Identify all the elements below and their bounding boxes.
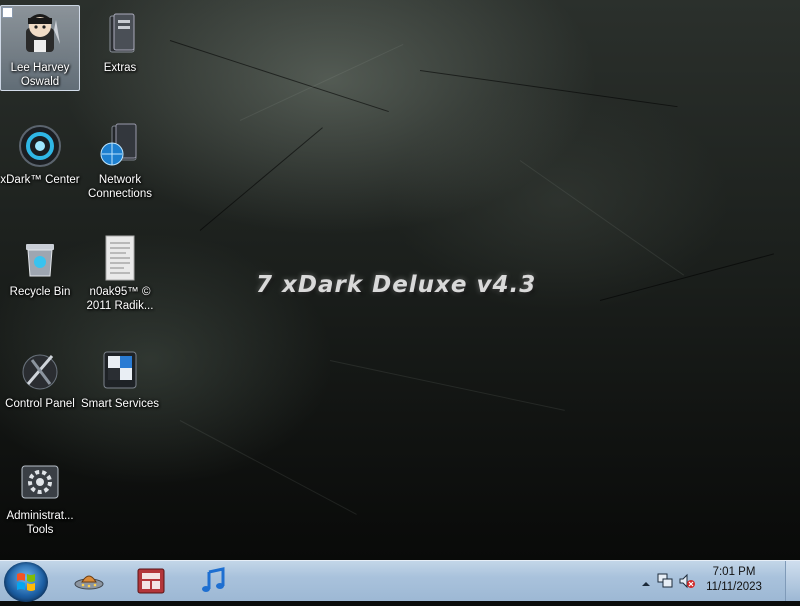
xdark-center-icon [16, 122, 64, 170]
ufo-icon [74, 575, 104, 590]
user-avatar-icon [16, 10, 64, 58]
smart-services-icon [96, 346, 144, 394]
desktop-icon-n0ak95-document[interactable]: n0ak95™ © 2011 Radik... [80, 229, 160, 315]
icon-label: Recycle Bin [9, 286, 71, 298]
start-button[interactable] [4, 562, 48, 602]
desktop-icon-network-connections[interactable]: Network Connections [80, 117, 160, 203]
desktop-icon-control-panel[interactable]: Control Panel [0, 341, 80, 427]
show-hidden-icons-arrow[interactable] [640, 575, 652, 587]
texture-crack [419, 70, 678, 108]
texture-crack [519, 160, 685, 276]
music-note-icon [202, 567, 225, 592]
desktop-icon-administrative-tools[interactable]: Administrat... Tools [0, 453, 80, 539]
control-panel-icon [16, 346, 64, 394]
taskbar-pinned-music[interactable] [190, 563, 236, 599]
taskbar[interactable]: 7:01 PM 11/11/2023 [0, 560, 800, 602]
media-center-icon [137, 568, 165, 594]
icon-label: xDark™ Center [0, 174, 80, 186]
texture-crack [199, 127, 323, 231]
icon-label: Lee Harvey Oswald [10, 62, 70, 88]
desktop-icon-lee-harvey-oswald[interactable]: Lee Harvey Oswald [0, 5, 80, 91]
icon-label: Control Panel [5, 398, 75, 410]
show-desktop-button[interactable] [785, 561, 800, 601]
texture-crack [179, 420, 357, 515]
clock-date: 11/11/2023 [706, 581, 762, 593]
desktop-icon-extras[interactable]: Extras [80, 5, 160, 91]
texture-crack [329, 360, 565, 411]
icon-label: n0ak95™ © 2011 Radik... [86, 286, 154, 312]
taskbar-pinned-media-center[interactable] [128, 563, 174, 599]
windows-logo-icon [17, 573, 35, 591]
taskbar-pinned-ufo[interactable] [66, 563, 112, 599]
network-icon [96, 122, 144, 170]
recycle-bin-icon [16, 234, 64, 282]
desktop-icon-xdark-center[interactable]: xDark™ Center [0, 117, 80, 203]
desktop-watermark: 7 xDark Deluxe v4.3 [256, 272, 537, 298]
network-tray-icon[interactable] [656, 572, 674, 590]
clock-time: 7:01 PM [712, 566, 756, 578]
desktop-icon-recycle-bin[interactable]: Recycle Bin [0, 229, 80, 315]
taskbar-clock[interactable]: 7:01 PM 11/11/2023 [694, 565, 774, 595]
icon-label: Network Connections [88, 174, 152, 200]
admin-tools-icon [16, 458, 64, 506]
folder-icon [96, 10, 144, 58]
system-tray: 7:01 PM 11/11/2023 [640, 561, 800, 601]
document-icon [96, 234, 144, 282]
icon-label: Administrat... Tools [6, 510, 74, 536]
selection-checkbox[interactable] [2, 7, 13, 18]
icon-label: Smart Services [81, 398, 159, 410]
desktop[interactable]: Lee Harvey Oswald Extras xDark™ Center N… [0, 0, 800, 560]
desktop-icon-smart-services[interactable]: Smart Services [80, 341, 160, 427]
icon-label: Extras [103, 62, 137, 74]
texture-crack [239, 43, 404, 121]
texture-crack [599, 253, 774, 301]
